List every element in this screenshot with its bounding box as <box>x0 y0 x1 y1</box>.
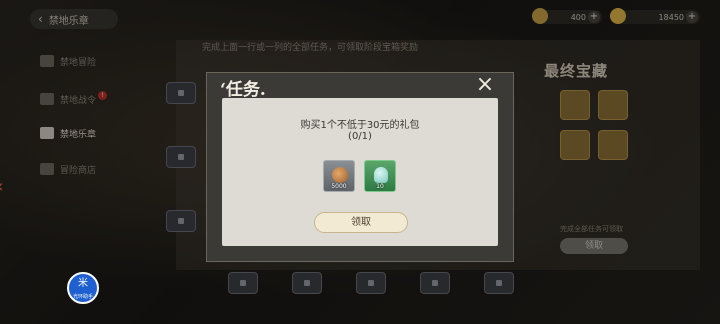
reward-count: 10 <box>376 183 384 190</box>
gem-icon <box>374 167 388 183</box>
task-progress: (0/1) <box>348 131 372 142</box>
close-icon[interactable]: × <box>474 74 496 96</box>
claim-button[interactable]: 领取 <box>314 212 408 233</box>
modal-title: ‘任务. <box>220 80 266 100</box>
reward-item-coin[interactable]: 5000 <box>323 160 355 192</box>
assistant-caption: 光环助手 <box>72 294 93 300</box>
task-description: 购买1个不低于30元的礼包 <box>300 120 420 131</box>
reward-item-gem[interactable]: 10 <box>364 160 396 192</box>
coin-icon <box>332 167 348 183</box>
reward-count: 5000 <box>331 183 347 190</box>
assistant-logo[interactable]: 米 光环助手 <box>67 272 99 304</box>
